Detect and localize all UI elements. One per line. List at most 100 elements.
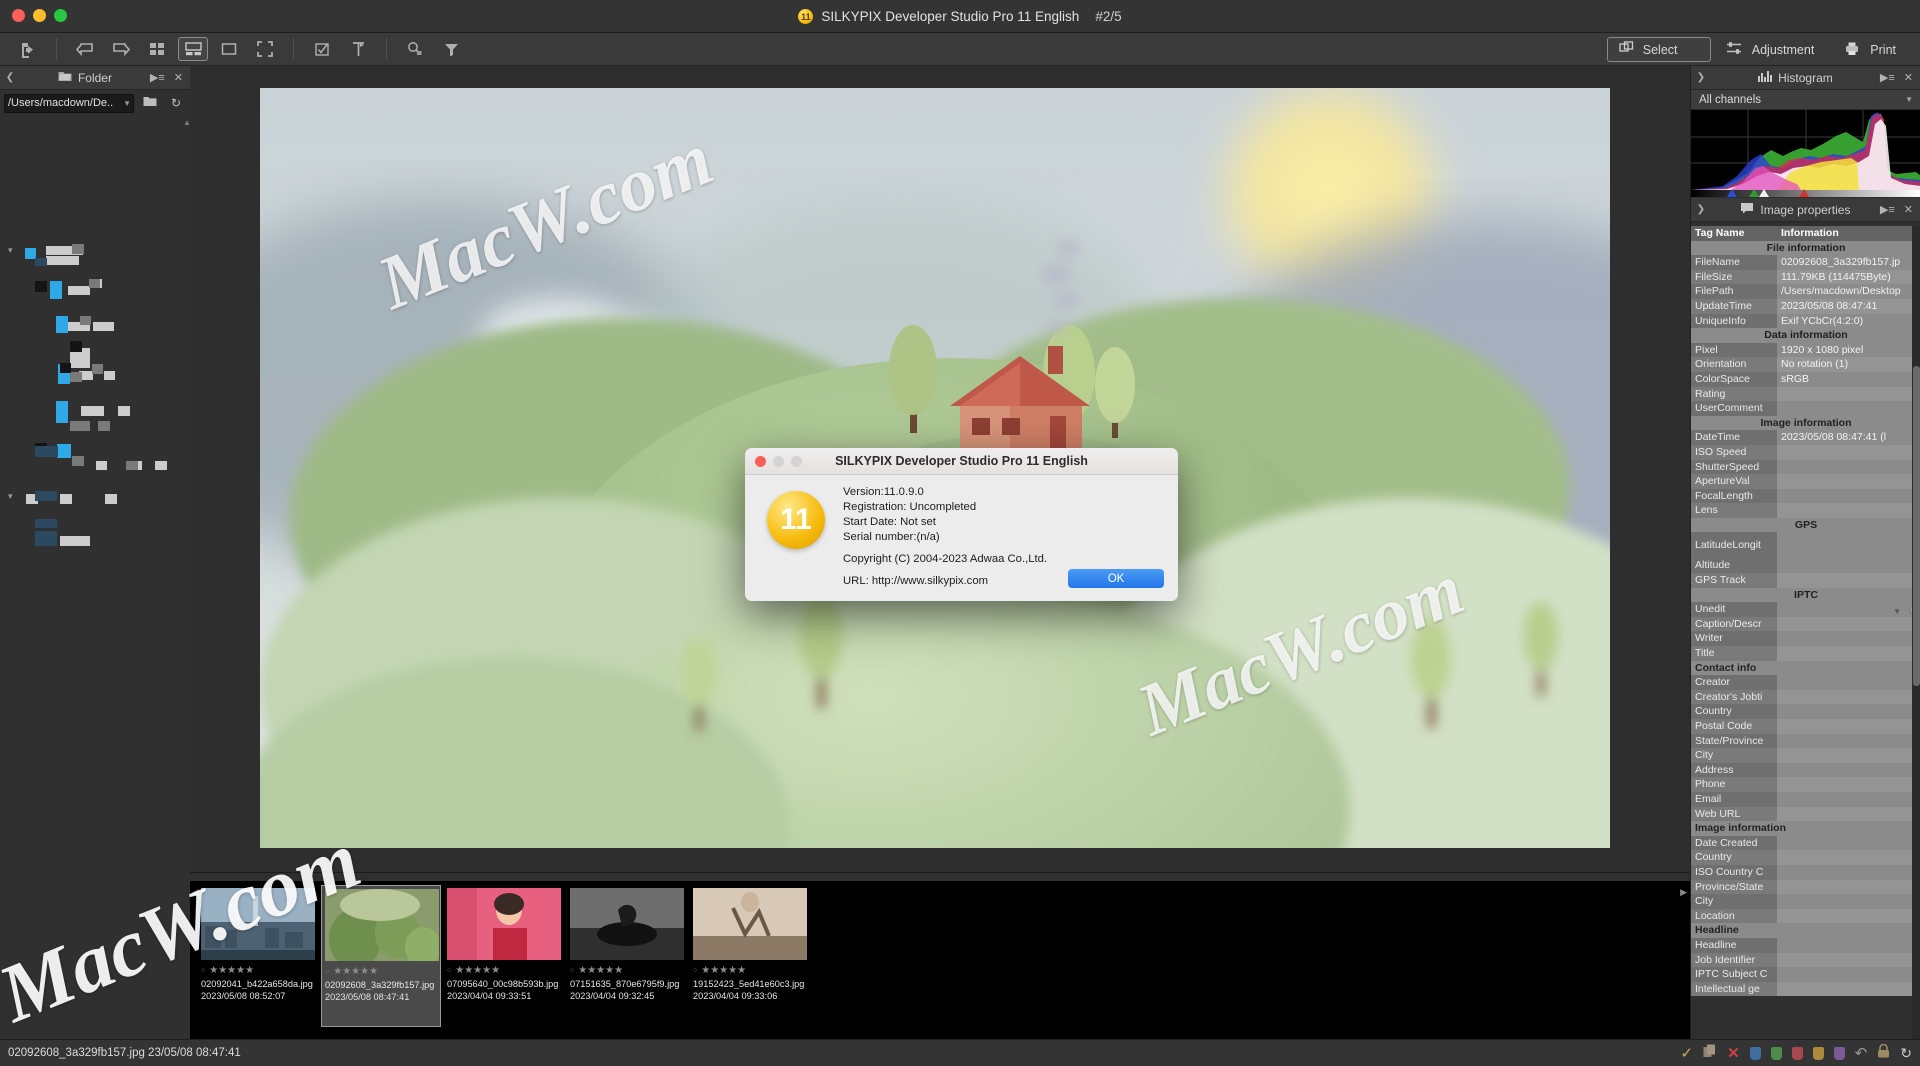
- table-row[interactable]: ShutterSpeed: [1691, 459, 1920, 475]
- table-row[interactable]: City: [1691, 748, 1920, 763]
- undo-icon[interactable]: ↶: [1855, 1044, 1868, 1062]
- table-row[interactable]: Email: [1691, 791, 1920, 807]
- about-dialog-window-controls[interactable]: [755, 455, 802, 467]
- histogram-marker-red[interactable]: [1799, 189, 1809, 197]
- table-row[interactable]: Postal Code: [1691, 719, 1920, 734]
- single-view-icon[interactable]: [214, 37, 244, 61]
- new-folder-icon[interactable]: [140, 96, 160, 110]
- close-icon[interactable]: ✕: [1904, 203, 1913, 216]
- table-row[interactable]: Address: [1691, 762, 1920, 778]
- table-row[interactable]: Caption/Descr: [1691, 616, 1920, 632]
- folder-tree-scrollbar[interactable]: ▲: [183, 118, 190, 538]
- table-row[interactable]: UpdateTime 2023/05/08 08:47:41: [1691, 298, 1920, 314]
- table-row[interactable]: Pixel 1920 x 1080 pixel: [1691, 342, 1920, 358]
- flag-dot-icon[interactable]: ○: [201, 967, 205, 974]
- filter-funnel-icon[interactable]: [436, 37, 466, 61]
- sync-icon[interactable]: ↻: [1900, 1045, 1912, 1062]
- table-row[interactable]: FileSize 111.79KB (114475Byte): [1691, 269, 1920, 285]
- image-properties-table[interactable]: Tag Name Information File information Fi…: [1691, 226, 1920, 1039]
- table-row[interactable]: State/Province: [1691, 733, 1920, 749]
- table-row[interactable]: Country: [1691, 704, 1920, 719]
- histogram-gradient-bar[interactable]: [1691, 189, 1920, 197]
- table-row[interactable]: FocalLength: [1691, 488, 1920, 504]
- flag-dot-icon[interactable]: ○: [693, 967, 697, 974]
- table-row[interactable]: UniqueInfo Exif YCbCr(4:2:0): [1691, 313, 1920, 329]
- list-item[interactable]: ○ ★★★★★ 19152423_5ed41e60c3.jpg 2023/04/…: [690, 885, 810, 1027]
- table-row[interactable]: ISO Speed: [1691, 444, 1920, 460]
- table-row[interactable]: Headline: [1691, 937, 1920, 953]
- table-row[interactable]: ApertureVal: [1691, 474, 1920, 489]
- chevron-down-icon[interactable]: ▼: [1905, 95, 1913, 104]
- list-item[interactable]: ○ ★★★★★ 02092608_3a329fb157.jpg 2023/05/…: [321, 885, 441, 1027]
- tag-green-icon[interactable]: [1770, 1046, 1782, 1060]
- properties-scrollbar-thumb[interactable]: [1913, 366, 1920, 686]
- rotate-left-icon[interactable]: [70, 37, 100, 61]
- table-row[interactable]: Province/State: [1691, 879, 1920, 895]
- close-icon[interactable]: ✕: [1904, 71, 1913, 84]
- flag-dot-icon[interactable]: ○: [570, 967, 574, 974]
- table-row[interactable]: LatitudeLongit: [1691, 532, 1920, 559]
- table-row[interactable]: Date Created: [1691, 835, 1920, 851]
- rating-stars[interactable]: ○ ★★★★★: [201, 965, 315, 976]
- panel-menu-icon[interactable]: ▶≡: [1880, 71, 1895, 84]
- table-row[interactable]: DateTime 2023/05/08 08:47:41 (l: [1691, 430, 1920, 445]
- mode-print-button[interactable]: Print: [1832, 37, 1910, 62]
- table-row[interactable]: Lens: [1691, 503, 1920, 518]
- table-row[interactable]: Altitude: [1691, 558, 1920, 574]
- histogram-marker-blue[interactable]: [1727, 189, 1737, 197]
- panel-menu-icon[interactable]: ▶≡: [1880, 203, 1895, 216]
- thumbnail-image[interactable]: [201, 888, 315, 960]
- table-row[interactable]: FilePath/Users/macdown/Desktop: [1691, 284, 1920, 299]
- table-row[interactable]: Writer: [1691, 631, 1920, 647]
- table-row[interactable]: Phone: [1691, 777, 1920, 792]
- thumbnail-filmstrip[interactable]: ◀ ▶ ○ ★★★★★ 02092041_b422a658da.jpg 2023…: [190, 872, 1690, 1039]
- mode-select-button[interactable]: Select: [1606, 37, 1711, 62]
- thumbnail-image[interactable]: [693, 888, 807, 960]
- table-row[interactable]: Unedit ▼: [1691, 602, 1920, 617]
- folder-path-input[interactable]: /Users/macdown/De.. ▼: [4, 93, 134, 113]
- properties-scrollbar[interactable]: [1912, 226, 1920, 1039]
- filmstrip-scroll-right[interactable]: ▶: [1680, 887, 1687, 898]
- table-row[interactable]: Job Identifier: [1691, 952, 1920, 968]
- rating-stars[interactable]: ○ ★★★★★: [570, 965, 684, 976]
- grid-view-icon[interactable]: [142, 37, 172, 61]
- list-item[interactable]: ○ ★★★★★ 02092041_b422a658da.jpg 2023/05/…: [198, 885, 318, 1027]
- rating-stars[interactable]: ○ ★★★★★: [447, 965, 561, 976]
- tag-purple-icon[interactable]: [1833, 1046, 1845, 1060]
- table-row[interactable]: ColorSpace sRGB: [1691, 371, 1920, 387]
- table-row[interactable]: UserComment: [1691, 401, 1920, 416]
- tag-red-icon[interactable]: [1791, 1046, 1803, 1060]
- chevron-right-icon[interactable]: ❯: [1691, 204, 1711, 215]
- histogram-marker-green[interactable]: [1749, 189, 1759, 197]
- flag-dot-icon[interactable]: ○: [447, 967, 451, 974]
- histogram-marker-white[interactable]: [1759, 189, 1769, 197]
- table-row[interactable]: Title: [1691, 646, 1920, 661]
- panel-menu-icon[interactable]: ▶≡: [150, 71, 165, 84]
- table-row[interactable]: Web URL: [1691, 806, 1920, 822]
- table-row[interactable]: IPTC Subject C: [1691, 967, 1920, 982]
- mode-adjustment-button[interactable]: Adjustment: [1715, 37, 1829, 62]
- thumbnail-image[interactable]: [447, 888, 561, 960]
- rating-stars[interactable]: ○ ★★★★★: [693, 965, 807, 976]
- table-row[interactable]: Location: [1691, 908, 1920, 924]
- table-row[interactable]: GPS Track: [1691, 573, 1920, 588]
- table-row[interactable]: ISO Country C: [1691, 864, 1920, 880]
- thumbnail-image[interactable]: [570, 888, 684, 960]
- list-item[interactable]: ○ ★★★★★ 07151635_870e6795f9.jpg 2023/04/…: [567, 885, 687, 1027]
- hammer-icon[interactable]: [343, 37, 373, 61]
- fullscreen-icon[interactable]: [250, 37, 280, 61]
- about-close-button[interactable]: [755, 455, 766, 467]
- filmstrip-view-icon[interactable]: [178, 37, 208, 61]
- ok-button[interactable]: OK: [1068, 569, 1164, 588]
- table-row[interactable]: City: [1691, 894, 1920, 909]
- table-row[interactable]: FileName 02092608_3a329fb157.jp: [1691, 255, 1920, 270]
- list-item[interactable]: ○ ★★★★★ 07095640_00c98b593b.jpg 2023/04/…: [444, 885, 564, 1027]
- histogram-channel-selector[interactable]: All channels ▼: [1691, 90, 1920, 110]
- refresh-icon[interactable]: ↻: [166, 96, 186, 110]
- chevron-right-icon[interactable]: ❯: [1691, 72, 1711, 83]
- delete-x-icon[interactable]: ✕: [1727, 1044, 1740, 1062]
- about-dialog[interactable]: SILKYPIX Developer Studio Pro 11 English…: [745, 448, 1178, 601]
- folder-tree[interactable]: ▾ ▾ ▲: [0, 116, 190, 546]
- tag-blue-icon[interactable]: [1749, 1046, 1761, 1060]
- rating-stars[interactable]: ○ ★★★★★: [325, 966, 437, 977]
